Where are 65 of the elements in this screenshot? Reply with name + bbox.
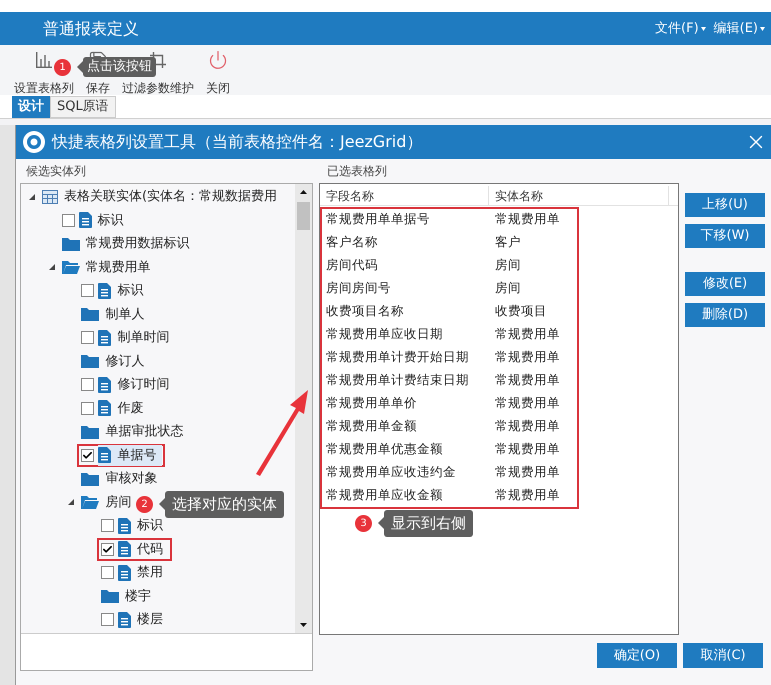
- table-cell-text: 常规费用单计费开始日期: [325, 348, 470, 366]
- toolbar-button[interactable]: 关闭: [204, 50, 232, 97]
- table-cell-text: 常规费用单应收日期: [325, 325, 444, 344]
- table-cell-text: 常规费用单: [494, 210, 561, 228]
- tree-item[interactable]: 单据审批状态: [81, 421, 190, 442]
- table-cell-text: 常规费用单: [494, 394, 561, 412]
- table-cell-text: 常规费用单优惠金额: [325, 440, 444, 458]
- tree-item[interactable]: 代码: [118, 538, 170, 560]
- tree-item[interactable]: 作废: [98, 398, 150, 419]
- tree-item[interactable]: 审核对象: [81, 468, 164, 490]
- tree-item[interactable]: 修订时间: [98, 374, 176, 396]
- column-header[interactable]: 字段名称: [320, 186, 489, 205]
- tree-item[interactable]: 楼层: [118, 609, 170, 630]
- table-cell-text: 常规费用单应收违约金: [325, 463, 457, 482]
- table-cell-text: 常规费用单: [494, 463, 561, 482]
- side-button[interactable]: 修改(E): [685, 272, 765, 296]
- table-cell-text: 常规费用单单价: [325, 394, 418, 412]
- tree-item[interactable]: 表格关联实体(实体名：常规数据费用: [42, 186, 284, 208]
- table-cell-text: 常规费用单: [494, 417, 561, 436]
- callout-tooltip: 选择对应的实体: [165, 491, 284, 518]
- footer-button[interactable]: 确定(O): [597, 643, 677, 668]
- menu-button[interactable]: 编辑(E): [714, 18, 765, 38]
- table-cell-text: 常规费用单单据号: [325, 210, 431, 228]
- table-cell-text: 房间代码: [325, 256, 379, 274]
- panel-header: 候选实体列: [25, 163, 87, 180]
- tree-item[interactable]: 制单时间: [98, 327, 176, 348]
- tree-item[interactable]: 单据号: [98, 444, 162, 466]
- table-cell-text: 常规费用单: [494, 371, 561, 390]
- table-cell-text: 常规费用单应收金额: [325, 486, 444, 504]
- table-cell-text: 客户名称: [325, 233, 379, 252]
- side-button[interactable]: 下移(W): [685, 224, 765, 248]
- side-button[interactable]: 删除(D): [685, 303, 765, 327]
- window-title: 普通报表定义: [43, 18, 139, 40]
- tree-item[interactable]: 房间: [81, 492, 138, 513]
- side-button[interactable]: 上移(U): [685, 193, 765, 217]
- tree-item[interactable]: 标识: [118, 515, 170, 536]
- panel-header: 已选表格列: [326, 163, 388, 180]
- tree-item[interactable]: 禁用: [118, 562, 170, 584]
- menu-button[interactable]: 文件(F): [655, 18, 706, 38]
- callout-tooltip: 显示到右侧: [384, 510, 473, 536]
- table-cell-text: 收费项目: [494, 302, 548, 320]
- callout-tooltip: 点击该按钮: [83, 57, 156, 77]
- table-cell-text: 收费项目名称: [325, 302, 405, 320]
- table-cell-text: 房间: [494, 256, 522, 274]
- table-cell-text: 房间: [494, 279, 522, 298]
- tree-item[interactable]: 制单人: [81, 304, 150, 325]
- tab[interactable]: 设计: [12, 96, 50, 118]
- column-header[interactable]: 实体名称: [489, 186, 669, 205]
- tab[interactable]: SQL原语: [50, 96, 116, 118]
- table-cell-text: 客户: [494, 233, 522, 252]
- tree-item[interactable]: 常规费用数据标识: [62, 233, 196, 254]
- dialog-title: 快捷表格列设置工具（当前表格控件名：JeezGrid）: [52, 131, 424, 153]
- tree-item[interactable]: 常规费用单: [62, 256, 157, 278]
- table-cell-text: 常规费用单: [494, 348, 561, 366]
- tree-item[interactable]: 标识: [98, 280, 150, 302]
- table-cell-text: 常规费用单计费结束日期: [325, 371, 470, 390]
- table-cell-text: 房间房间号: [325, 279, 392, 298]
- table-cell-text: 常规费用单: [494, 325, 561, 344]
- tree-item[interactable]: 楼宇: [101, 586, 158, 607]
- tree-item[interactable]: 标识: [78, 210, 130, 231]
- tree-item[interactable]: 修订人: [81, 350, 150, 372]
- table-cell-text: 常规费用单金额: [325, 417, 418, 436]
- table-cell-text: 常规费用单: [494, 440, 561, 458]
- footer-button[interactable]: 取消(C): [683, 643, 763, 668]
- table-cell-text: 常规费用单: [494, 486, 561, 504]
